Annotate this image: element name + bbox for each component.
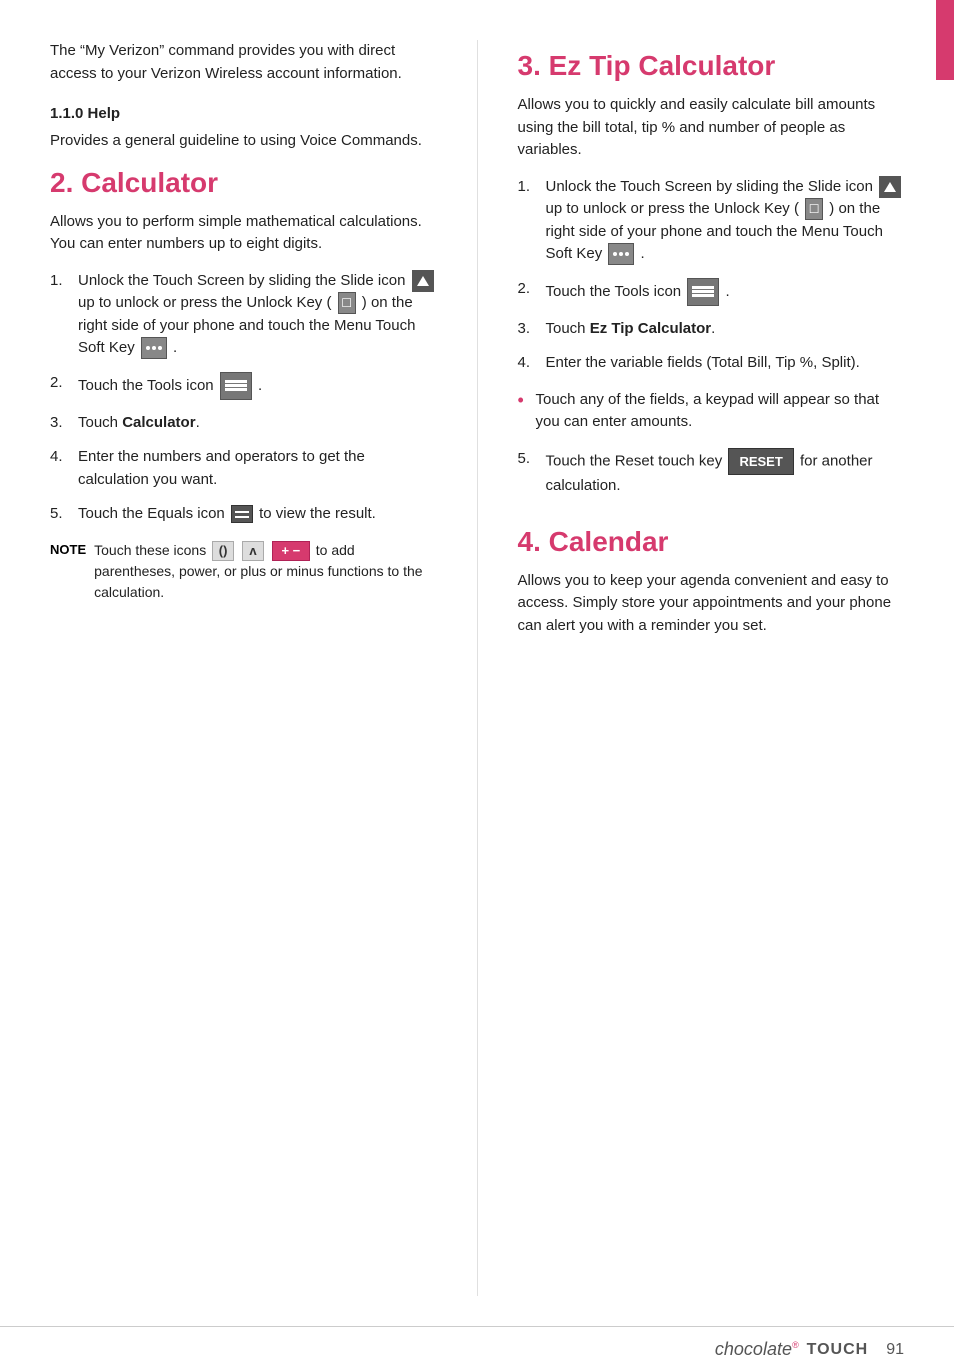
- section2-heading-text: 2. Calculator: [50, 167, 218, 198]
- section3-intro: Allows you to quickly and easily calcula…: [518, 94, 905, 162]
- footer-brand: chocolate®: [715, 1339, 799, 1360]
- bullet-dot: •: [518, 387, 536, 414]
- slide-icon: [412, 270, 434, 292]
- ez-step-5-content: Touch the Reset touch key RESET for anot…: [546, 448, 905, 498]
- step-4: 4. Enter the numbers and operators to ge…: [50, 446, 437, 491]
- column-divider: [477, 40, 478, 1296]
- menu-soft-key-icon-2: [608, 243, 634, 265]
- ez-step-3: 3. Touch Ez Tip Calculator.: [518, 318, 905, 341]
- section4-heading-text: 4. Calendar: [518, 526, 669, 557]
- plusminus-icon: + −: [272, 541, 310, 561]
- menu-soft-key-icon: [141, 337, 167, 359]
- step-4-content: Enter the numbers and operators to get t…: [78, 446, 437, 491]
- subheading-110-help: 1.1.0 Help: [50, 105, 437, 122]
- equals-icon: [231, 505, 253, 523]
- note-label: NOTE: [50, 542, 86, 557]
- reset-button[interactable]: RESET: [728, 448, 793, 476]
- ez-bullets: • Touch any of the fields, a keypad will…: [518, 389, 905, 434]
- step-5-num: 5.: [50, 503, 78, 526]
- ez-step-2-num: 2.: [518, 278, 546, 301]
- section2-steps: 1. Unlock the Touch Screen by sliding th…: [50, 270, 437, 526]
- ez-step-5: 5. Touch the Reset touch key RESET for a…: [518, 448, 905, 498]
- step-1-num: 1.: [50, 270, 78, 293]
- power-icon: ʌ: [242, 541, 264, 561]
- step-5-content: Touch the Equals icon to view the result…: [78, 503, 437, 526]
- step-2-num: 2.: [50, 372, 78, 395]
- ez-step-1-content: Unlock the Touch Screen by sliding the S…: [546, 176, 905, 266]
- paren-open-icon: (): [212, 541, 234, 561]
- footer: chocolate® TOUCH 91: [0, 1326, 954, 1372]
- footer-page-number: 91: [886, 1341, 904, 1359]
- section4-intro: Allows you to keep your agenda convenien…: [518, 570, 905, 638]
- ez-step-4-num: 4.: [518, 352, 546, 375]
- tools-icon: [220, 372, 252, 400]
- ez-step-4: 4. Enter the variable fields (Total Bill…: [518, 352, 905, 375]
- step-3-content: Touch Calculator.: [78, 412, 437, 435]
- left-column: The “My Verizon” command provides you wi…: [50, 40, 437, 1296]
- step-4-num: 4.: [50, 446, 78, 469]
- ez-step-5-num: 5.: [518, 448, 546, 471]
- step-1: 1. Unlock the Touch Screen by sliding th…: [50, 270, 437, 360]
- step-2-content: Touch the Tools icon .: [78, 372, 437, 400]
- section4-heading: 4. Calendar: [518, 526, 905, 558]
- right-column: 3. Ez Tip Calculator Allows you to quick…: [518, 40, 905, 1296]
- ez-bullet-1-content: Touch any of the fields, a keypad will a…: [536, 389, 905, 434]
- section2-heading: 2. Calculator: [50, 167, 437, 199]
- key-icon: ☐: [338, 292, 356, 314]
- footer-product: TOUCH: [807, 1341, 869, 1359]
- section2-intro: Allows you to perform simple mathematica…: [50, 211, 437, 256]
- note-box: NOTE Touch these icons () ʌ + − to add p…: [50, 540, 437, 603]
- help-paragraph: Provides a general guideline to using Vo…: [50, 130, 437, 153]
- ez-bullet-1: • Touch any of the fields, a keypad will…: [518, 389, 905, 434]
- step-5: 5. Touch the Equals icon to view the res…: [50, 503, 437, 526]
- section3-steps: 1. Unlock the Touch Screen by sliding th…: [518, 176, 905, 375]
- brand-name: chocolate: [715, 1339, 792, 1359]
- ez-step-1-num: 1.: [518, 176, 546, 199]
- page: The “My Verizon” command provides you wi…: [0, 0, 954, 1372]
- section3-step5: 5. Touch the Reset touch key RESET for a…: [518, 448, 905, 498]
- pink-tab: [936, 0, 954, 80]
- content-area: The “My Verizon” command provides you wi…: [0, 0, 954, 1326]
- step-3: 3. Touch Calculator.: [50, 412, 437, 435]
- step-1-content: Unlock the Touch Screen by sliding the S…: [78, 270, 437, 360]
- note-content: Touch these icons () ʌ + − to add parent…: [94, 540, 436, 603]
- step-3-num: 3.: [50, 412, 78, 435]
- ez-step-1: 1. Unlock the Touch Screen by sliding th…: [518, 176, 905, 266]
- intro-paragraph: The “My Verizon” command provides you wi…: [50, 40, 437, 85]
- ez-step-3-num: 3.: [518, 318, 546, 341]
- key-icon-2: ☐: [805, 198, 823, 220]
- slide-icon-2: [879, 176, 901, 198]
- ez-step-4-content: Enter the variable fields (Total Bill, T…: [546, 352, 905, 375]
- section3-heading: 3. Ez Tip Calculator: [518, 50, 905, 82]
- ez-step-3-content: Touch Ez Tip Calculator.: [546, 318, 905, 341]
- tools-icon-2: [687, 278, 719, 306]
- section3-heading-text: 3. Ez Tip Calculator: [518, 50, 776, 81]
- ez-step-2-content: Touch the Tools icon .: [546, 278, 905, 306]
- step-2: 2. Touch the Tools icon .: [50, 372, 437, 400]
- ez-step-2: 2. Touch the Tools icon .: [518, 278, 905, 306]
